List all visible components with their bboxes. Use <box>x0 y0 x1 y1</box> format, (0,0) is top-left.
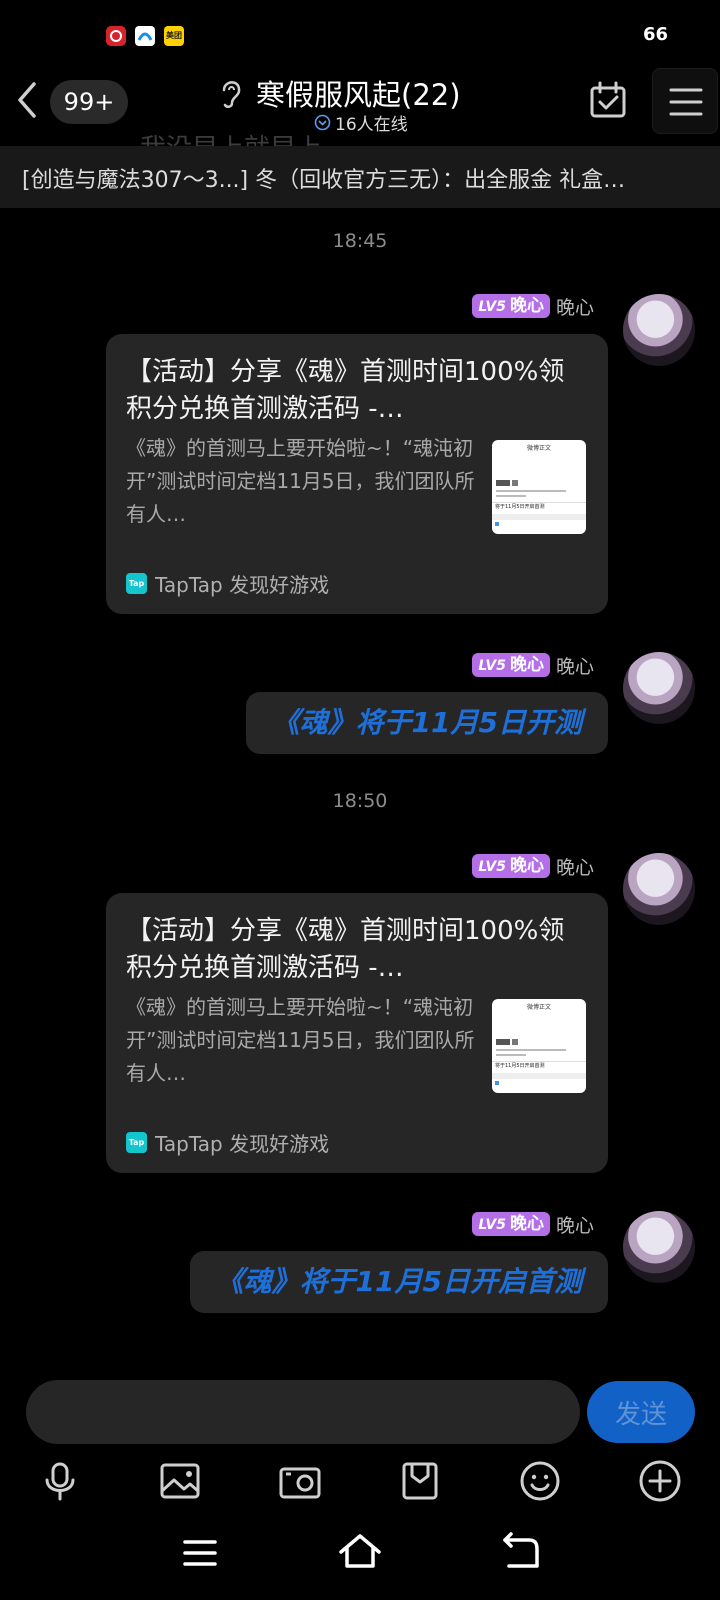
card-source: Tap TapTap 发现好游戏 <box>126 570 330 597</box>
svg-text:将于11月5日开启首测: 将于11月5日开启首测 <box>495 1062 545 1069</box>
home-icon[interactable] <box>337 1530 383 1576</box>
card-title: 【活动】分享《魂》首测时间100%领积分兑换首测激活码 -… <box>126 916 565 983</box>
file-icon[interactable] <box>397 1458 443 1504</box>
svg-text:微博正文: 微博正文 <box>527 444 551 452</box>
online-count: 16人在线 <box>335 114 408 135</box>
meituan-icon: 美团 <box>164 26 184 46</box>
taptap-icon: Tap <box>126 572 147 594</box>
back-icon[interactable] <box>497 1530 543 1576</box>
group-menu-button[interactable] <box>652 68 718 134</box>
avatar[interactable] <box>623 1211 695 1283</box>
level-badge[interactable]: LV5 晚心 <box>472 653 550 677</box>
status-bar: 美团 66 <box>0 0 720 70</box>
avatar[interactable] <box>623 652 695 724</box>
send-button[interactable]: 发送 <box>587 1381 695 1443</box>
text-message-bubble[interactable]: 《魂》将于11月5日开测 <box>245 692 608 754</box>
sender-name[interactable]: 晚心 <box>556 293 594 320</box>
menu-icon[interactable] <box>177 1530 223 1576</box>
card-thumbnail: 微博正文 将于11月5日开启首测 <box>492 440 586 534</box>
announcement-text: [创造与魔法307～3...] 冬（回收官方三无）：出全服金 礼盒… <box>22 168 626 193</box>
online-status[interactable]: 16人在线 <box>314 110 408 135</box>
card-description: 《魂》的首测马上要开始啦~！“魂沌初开”测试时间定档11月5日，我们团队所有人… <box>126 995 475 1085</box>
group-title[interactable]: 寒假服风起(22) <box>256 72 461 114</box>
card-thumbnail: 微博正文 将于11月5日开启首测 <box>492 999 586 1093</box>
sender-row: LV5 晚心 晚心 <box>472 652 594 678</box>
link-card[interactable]: 【活动】分享《魂》首测时间100%领积分兑换首测激活码 -… 《魂》的首测马上要… <box>106 893 608 1173</box>
message-text: 《魂》将于11月5日开测 <box>271 706 582 739</box>
sender-name[interactable]: 晚心 <box>556 1211 594 1238</box>
message-text: 《魂》将于11月5日开启首测 <box>215 1265 582 1298</box>
level-badge[interactable]: LV5 晚心 <box>472 1212 550 1236</box>
group-announcement[interactable]: [创造与魔法307～3...] 冬（回收官方三无）：出全服金 礼盒… <box>0 146 720 208</box>
netease-music-icon <box>106 26 126 46</box>
avatar[interactable] <box>623 853 695 925</box>
hamburger-icon <box>669 88 703 116</box>
taptap-icon: Tap <box>126 1131 147 1153</box>
text-message-bubble[interactable]: 《魂》将于11月5日开启首测 <box>189 1251 608 1313</box>
image-icon[interactable] <box>157 1458 203 1504</box>
level-badge[interactable]: LV5 晚心 <box>472 854 550 878</box>
sender-name[interactable]: 晚心 <box>556 652 594 679</box>
sender-row: LV5 晚心 晚心 <box>472 1211 594 1237</box>
svg-text:将于11月5日开启首测: 将于11月5日开启首测 <box>495 503 545 510</box>
calendar-check-icon <box>590 81 626 118</box>
sender-name[interactable]: 晚心 <box>556 853 594 880</box>
level-badge[interactable]: LV5 晚心 <box>472 294 550 318</box>
app-notification-icon <box>135 26 155 46</box>
source-label: TapTap 发现好游戏 <box>155 1131 330 1156</box>
source-label: TapTap 发现好游戏 <box>155 572 330 597</box>
timestamp: 18:50 <box>332 790 388 812</box>
input-toolbar <box>0 1452 720 1508</box>
system-nav-bar <box>0 1526 720 1586</box>
card-source: Tap TapTap 发现好游戏 <box>126 1129 330 1156</box>
earpiece-mode-icon[interactable] <box>218 76 244 110</box>
back-button[interactable] <box>8 78 44 122</box>
battery-level: 66 <box>642 24 668 45</box>
sender-row: LV5 晚心 晚心 <box>472 853 594 879</box>
timestamp: 18:45 <box>332 230 388 252</box>
sender-row: LV5 晚心 晚心 <box>472 293 594 319</box>
emoji-icon[interactable] <box>517 1458 563 1504</box>
card-description: 《魂》的首测马上要开始啦~！“魂沌初开”测试时间定档11月5日，我们团队所有人… <box>126 436 475 526</box>
svg-text:微博正文: 微博正文 <box>527 1003 551 1011</box>
avatar[interactable] <box>623 294 695 366</box>
unread-count-badge[interactable]: 99+ <box>50 80 128 124</box>
calendar-checkin-button[interactable] <box>588 80 628 120</box>
link-card[interactable]: 【活动】分享《魂》首测时间100%领积分兑换首测激活码 -… 《魂》的首测马上要… <box>106 334 608 614</box>
microphone-icon[interactable] <box>37 1458 83 1504</box>
message-input[interactable] <box>26 1380 580 1444</box>
chat-header: 99+ 寒假服风起(22) 16人在线 <box>0 64 720 144</box>
plus-icon[interactable] <box>637 1458 683 1504</box>
camera-icon[interactable] <box>277 1458 323 1504</box>
card-title: 【活动】分享《魂》首测时间100%领积分兑换首测激活码 -… <box>126 357 565 424</box>
